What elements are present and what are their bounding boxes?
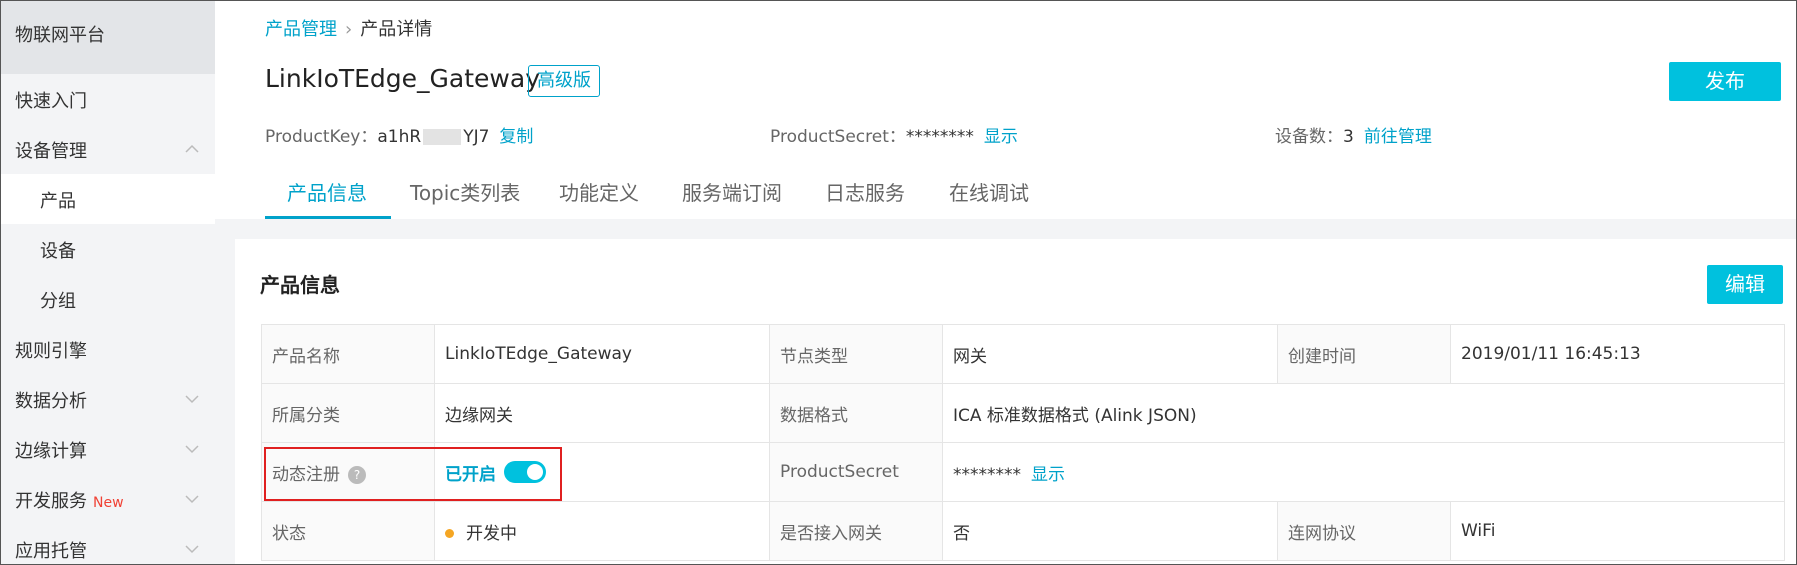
- tab-product-info[interactable]: 产品信息: [287, 177, 367, 206]
- sidebar-item-label: 数据分析: [15, 391, 87, 412]
- gateway-access-label: 是否接入网关: [769, 501, 943, 561]
- product-key-label: ProductKey：: [265, 127, 378, 147]
- status-label: 状态: [261, 501, 435, 561]
- sidebar-item-quickstart[interactable]: 快速入门: [1, 74, 215, 124]
- product-name-label: 产品名称: [261, 324, 435, 384]
- table-row: 所属分类 边缘网关 数据格式 ICA 标准数据格式 (Alink JSON): [261, 383, 1785, 443]
- product-key-prefix: a1hR: [377, 127, 422, 147]
- sidebar-item-label: 应用托管: [15, 541, 87, 562]
- device-count-value: 3: [1343, 127, 1354, 147]
- chevron-down-icon: [185, 445, 199, 454]
- product-key-suffix: YJ7: [463, 127, 490, 147]
- table-row: 状态 开发中 是否接入网关 否 连网协议 WiFi: [261, 501, 1785, 561]
- status-text: 开发中: [466, 523, 517, 544]
- product-secret-row-label: ProductSecret: [769, 442, 943, 502]
- tab-log-service[interactable]: 日志服务: [825, 177, 905, 206]
- chevron-down-icon: [185, 545, 199, 554]
- node-type-label: 节点类型: [769, 324, 943, 384]
- sidebar-item-label: 快速入门: [15, 91, 87, 112]
- sidebar: 物联网平台 快速入门 设备管理 产品 设备 分组 规则引擎 数据分析 边缘计算: [1, 1, 215, 564]
- gateway-access-value: 否: [942, 501, 1278, 561]
- tab-online-debug[interactable]: 在线调试: [949, 177, 1029, 206]
- breadcrumb-current: 产品详情: [360, 19, 433, 40]
- tab-function-definition[interactable]: 功能定义: [559, 177, 639, 206]
- new-badge: New: [93, 495, 124, 511]
- sidebar-item-label: 产品: [40, 191, 76, 212]
- sidebar-item-edge-computing[interactable]: 边缘计算: [1, 424, 215, 474]
- highlight-annotation-box: [264, 447, 562, 501]
- sidebar-item-label: 设备管理: [15, 141, 87, 162]
- app-window: 物联网平台 快速入门 设备管理 产品 设备 分组 规则引擎 数据分析 边缘计算: [0, 0, 1797, 565]
- product-secret-value: ********: [905, 127, 974, 147]
- sidebar-item-dev-services[interactable]: 开发服务 New: [1, 474, 215, 524]
- sidebar-item-data-analysis[interactable]: 数据分析: [1, 374, 215, 424]
- sidebar-item-label: 分组: [40, 291, 76, 312]
- created-time-label: 创建时间: [1277, 324, 1451, 384]
- product-secret-masked: ********: [953, 464, 1021, 485]
- product-info-table: 产品名称 LinkIoTEdge_Gateway 节点类型 网关 创建时间 20…: [261, 324, 1785, 561]
- edit-button[interactable]: 编辑: [1707, 265, 1783, 304]
- show-secret-link[interactable]: 显示: [984, 127, 1018, 147]
- sidebar-item-product[interactable]: 产品: [1, 174, 215, 224]
- sidebar-header: 物联网平台: [1, 1, 215, 74]
- platform-title: 物联网平台: [15, 25, 105, 46]
- tab-server-subscription[interactable]: 服务端订阅: [682, 177, 782, 206]
- breadcrumb-separator: ›: [345, 19, 353, 40]
- network-protocol-label: 连网协议: [1277, 501, 1451, 561]
- table-row: 产品名称 LinkIoTEdge_Gateway 节点类型 网关 创建时间 20…: [261, 324, 1785, 384]
- manage-devices-link[interactable]: 前往管理: [1364, 127, 1432, 147]
- chevron-down-icon: [185, 495, 199, 504]
- product-secret-label: ProductSecret：: [770, 127, 906, 147]
- sidebar-item-device[interactable]: 设备: [1, 224, 215, 274]
- sidebar-item-label: 规则引擎: [15, 341, 87, 362]
- node-type-value: 网关: [942, 324, 1278, 384]
- sidebar-item-label: 开发服务: [15, 491, 87, 512]
- device-count-label: 设备数：: [1275, 127, 1343, 147]
- edition-badge: 高级版: [528, 65, 600, 97]
- page-title: LinkIoTEdge_Gateway: [265, 64, 540, 93]
- tab-topic-list[interactable]: Topic类列表: [410, 177, 520, 206]
- publish-button[interactable]: 发布: [1669, 62, 1781, 101]
- redaction-mask: [423, 129, 462, 145]
- show-secret-row-link[interactable]: 显示: [1031, 465, 1065, 485]
- sidebar-item-device-management[interactable]: 设备管理: [1, 124, 215, 174]
- content-divider: [215, 219, 1796, 239]
- sidebar-item-rule-engine[interactable]: 规则引擎: [1, 324, 215, 374]
- section-title: 产品信息: [260, 273, 340, 297]
- product-name-value: LinkIoTEdge_Gateway: [434, 324, 770, 384]
- data-format-label: 数据格式: [769, 383, 943, 443]
- content-gutter: [215, 219, 235, 564]
- product-secret: ProductSecret：******** 显示: [770, 122, 1018, 147]
- data-format-value: ICA 标准数据格式 (Alink JSON): [942, 383, 1785, 443]
- status-dot-icon: [445, 529, 454, 538]
- breadcrumb: 产品管理 › 产品详情: [265, 15, 432, 41]
- sidebar-item-group[interactable]: 分组: [1, 274, 215, 324]
- network-protocol-value: WiFi: [1450, 501, 1785, 561]
- chevron-down-icon: [185, 395, 199, 404]
- created-time-value: 2019/01/11 16:45:13: [1450, 324, 1785, 384]
- copy-link[interactable]: 复制: [499, 127, 533, 147]
- sidebar-item-app-hosting[interactable]: 应用托管: [1, 524, 215, 564]
- sidebar-item-label: 设备: [40, 241, 76, 262]
- product-key: ProductKey：a1hR YJ7 复制: [265, 122, 533, 147]
- product-secret-row-value: ******** 显示: [942, 442, 1785, 502]
- category-value: 边缘网关: [434, 383, 770, 443]
- breadcrumb-product-management[interactable]: 产品管理: [265, 19, 337, 40]
- category-label: 所属分类: [261, 383, 435, 443]
- sidebar-item-label: 边缘计算: [15, 441, 87, 462]
- device-count: 设备数：3 前往管理: [1275, 122, 1432, 147]
- status-value: 开发中: [434, 501, 770, 561]
- chevron-up-icon: [185, 144, 199, 153]
